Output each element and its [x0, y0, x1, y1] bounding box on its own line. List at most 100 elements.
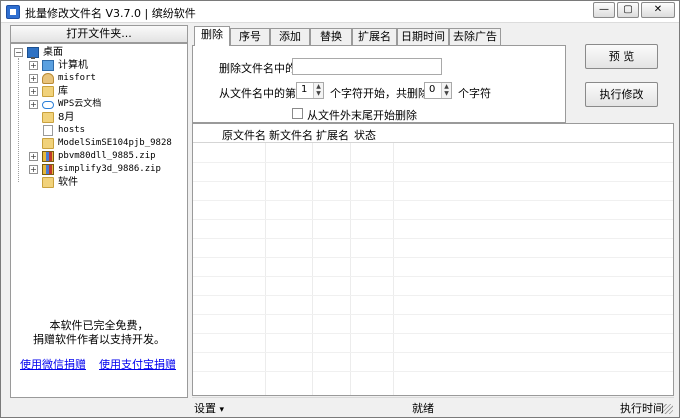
tree-item-label: WPS云文档: [58, 99, 102, 109]
settings-label: 设置: [194, 402, 216, 415]
column-extension[interactable]: 扩展名: [316, 127, 349, 143]
tree-item[interactable]: + pbvm80dll_9885.zip: [29, 150, 184, 163]
settings-menu-button[interactable]: 设置 ▾: [194, 400, 224, 416]
spin-arrows-icon[interactable]: ▲ ▼: [313, 83, 323, 98]
file-list-header: 原文件名 新文件名 扩展名 状态: [193, 124, 673, 143]
row-divider: [193, 314, 673, 315]
tree-item-label: misfort: [58, 73, 96, 83]
tree-item[interactable]: + 计算机: [29, 59, 184, 72]
maximize-button[interactable]: ▢: [617, 2, 639, 18]
library-folder-icon: [42, 86, 54, 97]
expand-icon[interactable]: +: [29, 100, 38, 109]
from-end-label: 从文件外末尾开始删除: [307, 109, 417, 122]
tab-delete[interactable]: 删除: [194, 26, 230, 46]
title-bar[interactable]: 批量修改文件名 V3.7.0 | 缤纷软件 — ▢ ✕: [1, 1, 679, 23]
tab-replace[interactable]: 替换: [310, 28, 352, 45]
tab-add[interactable]: 添加: [270, 28, 310, 45]
delete-text-input[interactable]: [292, 58, 442, 75]
from-position-label: 从文件名中的第: [219, 87, 296, 100]
minimize-button[interactable]: —: [593, 2, 615, 18]
folder-icon: [42, 177, 54, 188]
delete-options-panel: 删除文件名中的 从文件名中的第 1 ▲ ▼ 个字符开始，共删除 0 ▲ ▼ 个字符 …: [192, 45, 566, 123]
delete-count-value: 0: [429, 84, 436, 95]
column-status[interactable]: 状态: [354, 127, 376, 143]
row-divider: [193, 162, 673, 163]
row-divider: [193, 257, 673, 258]
tree-item[interactable]: + WPS云文档: [29, 98, 184, 111]
cloud-icon: [42, 101, 54, 109]
from-end-checkbox[interactable]: [292, 108, 303, 119]
tab-datetime[interactable]: 日期时间: [397, 28, 449, 45]
donate-wechat-link[interactable]: 使用微信捐赠: [20, 356, 86, 372]
zip-icon: [42, 151, 54, 162]
start-position-stepper[interactable]: 1 ▲ ▼: [296, 82, 324, 99]
tree-item-label: 计算机: [58, 60, 88, 71]
tree-guide-line: [18, 58, 19, 182]
row-divider: [193, 371, 673, 372]
tree-item[interactable]: + misfort: [29, 72, 184, 85]
computer-icon: [42, 60, 54, 71]
window-title: 批量修改文件名 V3.7.0 | 缤纷软件: [25, 7, 196, 20]
tree-item-label: 库: [58, 86, 68, 97]
column-new-name[interactable]: 新文件名: [269, 127, 313, 143]
tree-item-label: 8月: [58, 112, 75, 123]
row-divider: [193, 333, 673, 334]
tree-item[interactable]: hosts: [29, 124, 184, 137]
tab-extension[interactable]: 扩展名: [352, 28, 397, 45]
tree-item[interactable]: 8月: [29, 111, 184, 124]
folder-icon: [42, 112, 54, 123]
free-notice-line2: 捐赠软件作者以支持开发。: [33, 333, 165, 346]
expand-icon[interactable]: +: [29, 165, 38, 174]
spin-arrows-icon[interactable]: ▲ ▼: [441, 83, 451, 98]
tree-item-label: pbvm80dll_9885.zip: [58, 151, 156, 161]
tree-item[interactable]: + 库: [29, 85, 184, 98]
tree-item[interactable]: 软件: [29, 176, 184, 189]
collapse-icon[interactable]: −: [14, 48, 23, 57]
file-icon: [43, 125, 53, 136]
row-divider: [193, 219, 673, 220]
row-divider: [193, 295, 673, 296]
tree-item-label: 软件: [58, 177, 78, 188]
tree-root-desktop[interactable]: − 桌面: [14, 46, 184, 59]
row-divider: [193, 181, 673, 182]
start-suffix-label: 个字符开始，共删除: [330, 87, 429, 100]
status-text: 就绪: [412, 402, 434, 415]
expand-icon[interactable]: +: [29, 61, 38, 70]
expand-icon[interactable]: +: [29, 87, 38, 96]
open-folder-button[interactable]: 打开文件夹...: [10, 25, 188, 43]
app-window: 批量修改文件名 V3.7.0 | 缤纷软件 — ▢ ✕ 打开文件夹... − 桌…: [0, 0, 680, 418]
row-divider: [193, 200, 673, 201]
delete-in-name-label: 删除文件名中的: [219, 62, 296, 75]
app-icon: [6, 5, 20, 19]
status-bar: 设置 ▾ 就绪 执行时间: [192, 397, 674, 415]
tree-item-label: simplify3d_9886.zip: [58, 164, 161, 174]
zip-icon: [42, 164, 54, 175]
close-button[interactable]: ✕: [641, 2, 675, 18]
resize-grip-icon[interactable]: [663, 404, 673, 414]
donate-alipay-link[interactable]: 使用支付宝捐赠: [99, 356, 176, 372]
column-original-name[interactable]: 原文件名: [222, 127, 266, 143]
row-divider: [193, 352, 673, 353]
row-divider: [193, 276, 673, 277]
tree-item[interactable]: ModelSimSE104pjb_9828: [29, 137, 184, 150]
execute-button[interactable]: 执行修改: [585, 82, 658, 107]
row-divider: [193, 238, 673, 239]
chevron-down-icon: ▾: [219, 405, 225, 415]
tree-item-label: hosts: [58, 125, 86, 135]
expand-icon[interactable]: +: [29, 152, 38, 161]
delete-count-stepper[interactable]: 0 ▲ ▼: [424, 82, 452, 99]
start-position-value: 1: [301, 84, 308, 95]
tab-remove-ads[interactable]: 去除广告: [449, 28, 501, 45]
tree-root-label: 桌面: [43, 47, 63, 58]
execution-time-label: 执行时间: [620, 402, 664, 415]
desktop-icon: [27, 47, 39, 59]
folder-icon: [42, 138, 54, 149]
count-suffix-label: 个字符: [458, 87, 491, 100]
expand-icon[interactable]: +: [29, 74, 38, 83]
tree-item[interactable]: + simplify3d_9886.zip: [29, 163, 184, 176]
tab-sequence[interactable]: 序号: [230, 28, 270, 45]
preview-button[interactable]: 预 览: [585, 44, 658, 69]
file-list[interactable]: 原文件名 新文件名 扩展名 状态: [192, 123, 674, 396]
tree-item-label: ModelSimSE104pjb_9828: [58, 138, 172, 148]
user-folder-icon: [42, 73, 54, 84]
